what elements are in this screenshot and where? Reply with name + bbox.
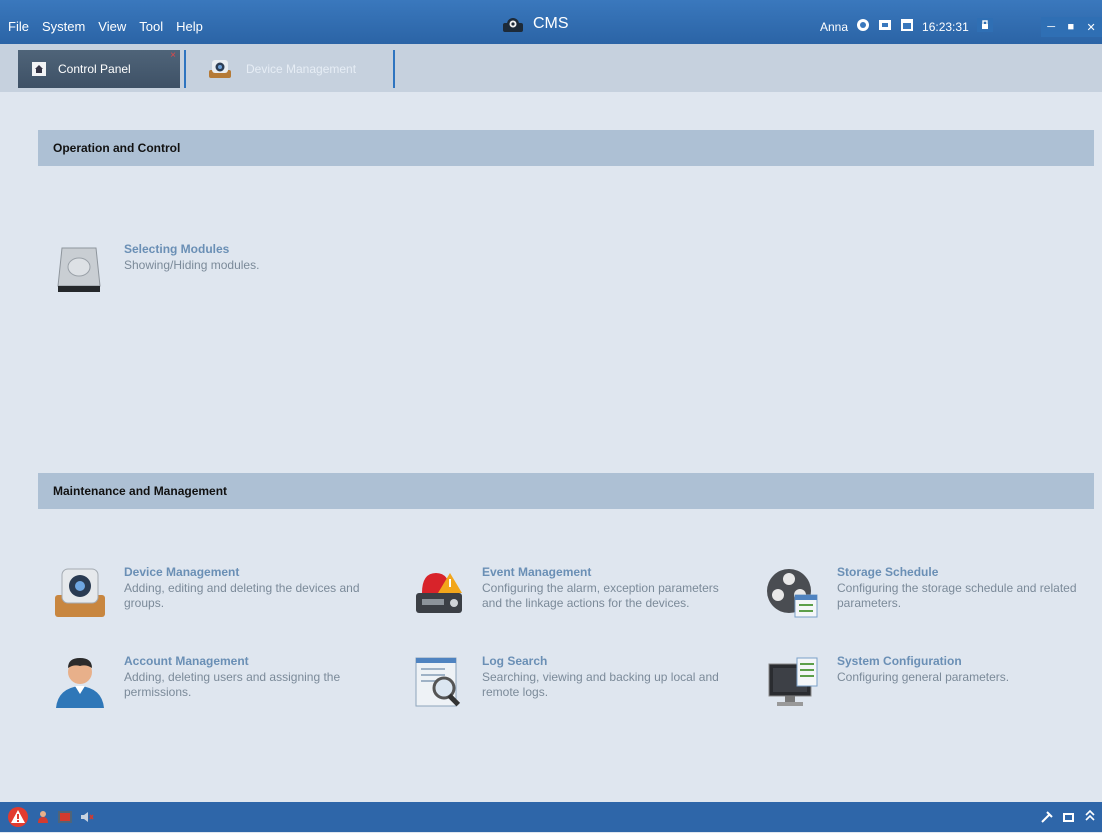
tab-bar: Control Panel × Device Management — [0, 44, 1102, 92]
speaker-mute-icon[interactable] — [80, 810, 94, 829]
hard-drive-icon — [52, 242, 108, 298]
user-name: Anna — [820, 19, 849, 34]
window-restore-icon[interactable] — [1063, 810, 1075, 828]
cpu-icon[interactable] — [878, 18, 892, 35]
alarm-icon — [410, 565, 466, 621]
menu-tool[interactable]: Tool — [139, 19, 163, 34]
module-title: Storage Schedule — [837, 565, 939, 579]
module-storage-schedule[interactable]: Storage Schedule Configuring the storage… — [765, 565, 1095, 621]
status-bar — [0, 802, 1102, 832]
module-title: Log Search — [482, 654, 548, 668]
module-description: Configuring the storage schedule and rel… — [837, 581, 1077, 610]
lock-icon[interactable] — [976, 18, 993, 35]
module-account-management[interactable]: Account Management Adding, deleting user… — [52, 654, 382, 710]
control-panel-content: Operation and Control Selecting Modules … — [8, 92, 1102, 802]
expand-up-icon[interactable] — [1084, 809, 1096, 828]
tab-control-panel[interactable]: Control Panel × — [18, 50, 180, 88]
module-title: Event Management — [482, 565, 592, 579]
module-description: Adding, deleting users and assigning the… — [124, 670, 341, 699]
module-selecting-modules[interactable]: Selecting Modules Showing/Hiding modules… — [52, 242, 372, 298]
network-icon[interactable] — [856, 18, 870, 35]
tab-close-icon[interactable]: × — [170, 50, 176, 61]
menu-bar: File System View Tool Help — [8, 19, 216, 34]
app-title-text: CMS — [533, 15, 569, 32]
status-area: Anna 16:23:31 — [820, 18, 993, 35]
clock-text: 16:23:31 — [922, 19, 969, 34]
camera-box-icon — [52, 565, 108, 621]
menu-help[interactable]: Help — [176, 19, 203, 34]
user-alert-icon[interactable] — [37, 810, 51, 829]
module-event-management[interactable]: Event Management Configuring the alarm, … — [410, 565, 730, 621]
module-log-search[interactable]: Log Search Searching, viewing and backin… — [410, 654, 730, 710]
tab-separator — [393, 50, 395, 88]
module-description: Showing/Hiding modules. — [124, 258, 260, 272]
log-search-icon — [410, 654, 466, 710]
window-controls: ─ ■ ✕ — [1041, 17, 1102, 37]
title-bar: File System View Tool Help CMS Anna 16:2… — [0, 0, 1102, 44]
section-header-operation: Operation and Control — [38, 130, 1094, 166]
module-description: Configuring the alarm, exception paramet… — [482, 581, 719, 610]
app-title: CMS — [501, 15, 569, 33]
minimize-icon[interactable]: ─ — [1047, 21, 1055, 33]
module-device-management[interactable]: Device Management Adding, editing and de… — [52, 565, 382, 621]
tab-label: Device Management — [246, 62, 357, 76]
module-title: Device Management — [124, 565, 240, 579]
user-icon — [52, 654, 108, 710]
image-alert-icon[interactable] — [58, 810, 72, 829]
module-title: System Configuration — [837, 654, 962, 668]
maximize-icon[interactable]: ■ — [1067, 21, 1074, 33]
menu-view[interactable]: View — [98, 19, 126, 34]
close-icon[interactable]: ✕ — [1087, 21, 1096, 34]
menu-file[interactable]: File — [8, 19, 29, 34]
module-title: Account Management — [124, 654, 249, 668]
section-header-maintenance: Maintenance and Management — [38, 473, 1094, 509]
tab-label: Control Panel — [58, 62, 131, 76]
module-description: Searching, viewing and backing up local … — [482, 670, 719, 699]
home-icon — [32, 62, 46, 76]
module-description: Adding, editing and deleting the devices… — [124, 581, 360, 610]
camera-icon — [208, 59, 232, 79]
camera-logo-icon — [503, 18, 523, 32]
tab-separator — [184, 50, 186, 88]
tab-device-management[interactable]: Device Management — [196, 50, 396, 88]
monitor-config-icon — [765, 654, 821, 710]
film-reel-icon — [765, 565, 821, 621]
module-title: Selecting Modules — [124, 242, 230, 256]
alarm-warning-icon[interactable] — [7, 806, 29, 833]
module-description: Configuring general parameters. — [837, 670, 1010, 684]
menu-system[interactable]: System — [42, 19, 85, 34]
module-system-configuration[interactable]: System Configuration Configuring general… — [765, 654, 1095, 710]
pin-icon[interactable] — [1040, 810, 1054, 829]
calendar-icon[interactable] — [900, 18, 914, 35]
